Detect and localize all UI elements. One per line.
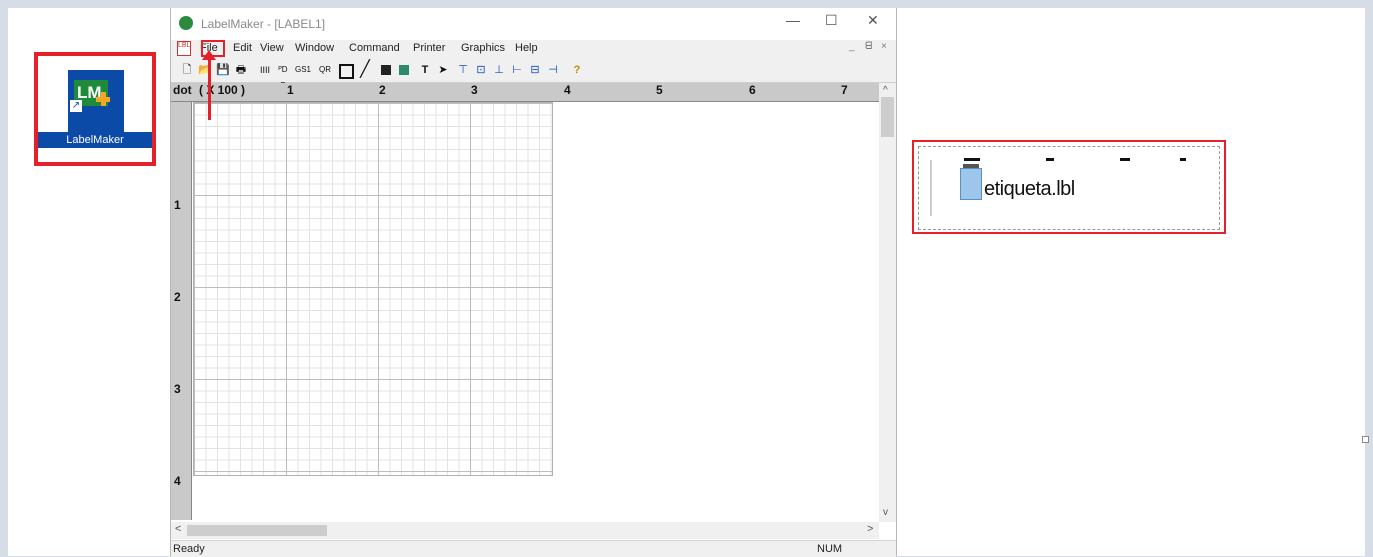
ruler-tick-label: 1 <box>174 198 181 212</box>
scroll-up-icon[interactable]: ^ <box>883 85 888 96</box>
new-icon[interactable]: 🗋 <box>179 62 195 78</box>
child-minimize-button[interactable]: _ <box>849 41 855 52</box>
align-center-icon[interactable]: ⊡ <box>473 62 489 78</box>
pointer-icon[interactable]: ➤ <box>435 62 451 78</box>
title-bar[interactable]: LabelMaker - [LABEL1] — ☐ ✕ <box>171 8 896 38</box>
horizontal-ruler: dot ( X 100 ) 1 2 3 4 5 6 7 <box>171 83 879 102</box>
line-icon[interactable]: ╱ <box>357 62 373 78</box>
num-lock-indicator: NUM <box>817 543 843 555</box>
scroll-right-icon[interactable]: > <box>867 523 873 535</box>
align-bottom-icon[interactable]: ⊥ <box>491 62 507 78</box>
horizontal-scroll-thumb[interactable] <box>187 525 327 536</box>
window-title: LabelMaker - [LABEL1] <box>201 17 326 31</box>
menu-printer[interactable]: Printer <box>413 42 445 54</box>
ruler-tick-label: 4 <box>564 83 571 97</box>
align-right-icon[interactable]: ⊣ <box>545 62 561 78</box>
pdf417-icon[interactable]: ᴾD F <box>275 62 291 90</box>
help-icon[interactable]: ? <box>569 62 585 78</box>
ruler-tick-label: 1 <box>287 83 294 97</box>
minimize-button[interactable]: — <box>786 12 800 28</box>
plus-icon <box>96 92 110 106</box>
ruler-tick-label: 6 <box>749 83 756 97</box>
shortcut-arrow-icon: ↗ <box>70 100 82 112</box>
vertical-scrollbar[interactable]: ^ v <box>879 83 896 522</box>
ruler-tick-label: 4 <box>174 474 181 488</box>
menu-window[interactable]: Window <box>295 42 334 54</box>
qr-icon[interactable]: QR <box>317 62 333 78</box>
scroll-down-icon[interactable]: v <box>883 507 888 518</box>
child-close-button[interactable]: × <box>881 41 887 52</box>
resize-handle <box>1362 436 1369 443</box>
highlight-box-desktop-icon: LM ↗ LabelMaker <box>34 52 156 166</box>
barcode-icon[interactable]: IIII <box>257 62 273 78</box>
gs1-icon[interactable]: GS1 <box>295 62 311 78</box>
artifact <box>1120 158 1130 161</box>
ruler-tick-label: 3 <box>174 382 181 396</box>
print-icon[interactable]: 🖶 <box>233 62 249 78</box>
artifact <box>1046 158 1054 161</box>
artifact <box>964 158 980 161</box>
menu-bar: LBL File Edit View Window Command Printe… <box>171 40 896 58</box>
labelmaker-window: LabelMaker - [LABEL1] — ☐ ✕ LBL File Edi… <box>170 8 897 557</box>
align-top-icon[interactable]: ⊤ <box>455 62 471 78</box>
ruler-tick-label: 3 <box>471 83 478 97</box>
ruler-tick-label: 2 <box>379 83 386 97</box>
close-button[interactable]: ✕ <box>867 12 879 29</box>
rectangle-icon[interactable] <box>339 64 354 79</box>
ruler-scale: ( X 100 ) <box>199 83 246 97</box>
app-icon <box>179 16 193 30</box>
vertical-ruler: 1 2 3 4 <box>171 102 192 520</box>
scroll-left-icon[interactable]: < <box>175 523 181 535</box>
horizontal-scrollbar[interactable]: < > <box>171 522 879 539</box>
menu-graphics[interactable]: Graphics <box>461 42 505 54</box>
align-middle-icon[interactable]: ⊟ <box>527 62 543 78</box>
text-document-icon[interactable] <box>960 164 982 200</box>
picture-icon[interactable] <box>399 65 409 75</box>
menu-view[interactable]: View <box>260 42 284 54</box>
ruler-tick-label: 2 <box>174 290 181 304</box>
divider <box>930 160 932 216</box>
file-name[interactable]: etiqueta.lbl <box>984 178 1075 201</box>
annotation-arrow <box>208 56 211 120</box>
menu-edit[interactable]: Edit <box>233 42 252 54</box>
status-bar: Ready NUM <box>171 540 896 557</box>
menu-help[interactable]: Help <box>515 42 538 54</box>
maximize-button[interactable]: ☐ <box>825 12 838 29</box>
text-icon[interactable]: T <box>417 62 433 78</box>
artifact <box>1180 158 1186 161</box>
shortcut-label[interactable]: LabelMaker <box>38 132 152 148</box>
save-icon[interactable]: 💾 <box>215 62 231 78</box>
label-canvas[interactable] <box>193 102 553 476</box>
align-left-icon[interactable]: ⊢ <box>509 62 525 78</box>
toolbar: 🗋 📂 💾 🖶 IIII ᴾD F GS1 QR ╱ T ➤ ⊤ ⊡ ⊥ ⊢ ⊟… <box>171 58 896 90</box>
child-restore-button[interactable]: ᗺ <box>865 41 872 52</box>
file-item-highlight: etiqueta.lbl <box>912 140 1226 234</box>
vertical-scroll-thumb[interactable] <box>881 97 894 137</box>
ruler-unit: dot <box>173 83 192 97</box>
status-text: Ready <box>173 543 205 555</box>
menu-command[interactable]: Command <box>349 42 400 54</box>
document-icon[interactable]: LBL <box>177 41 191 56</box>
image-icon[interactable] <box>381 65 391 75</box>
ruler-tick-label: 5 <box>656 83 663 97</box>
ruler-tick-label: 7 <box>841 83 848 97</box>
